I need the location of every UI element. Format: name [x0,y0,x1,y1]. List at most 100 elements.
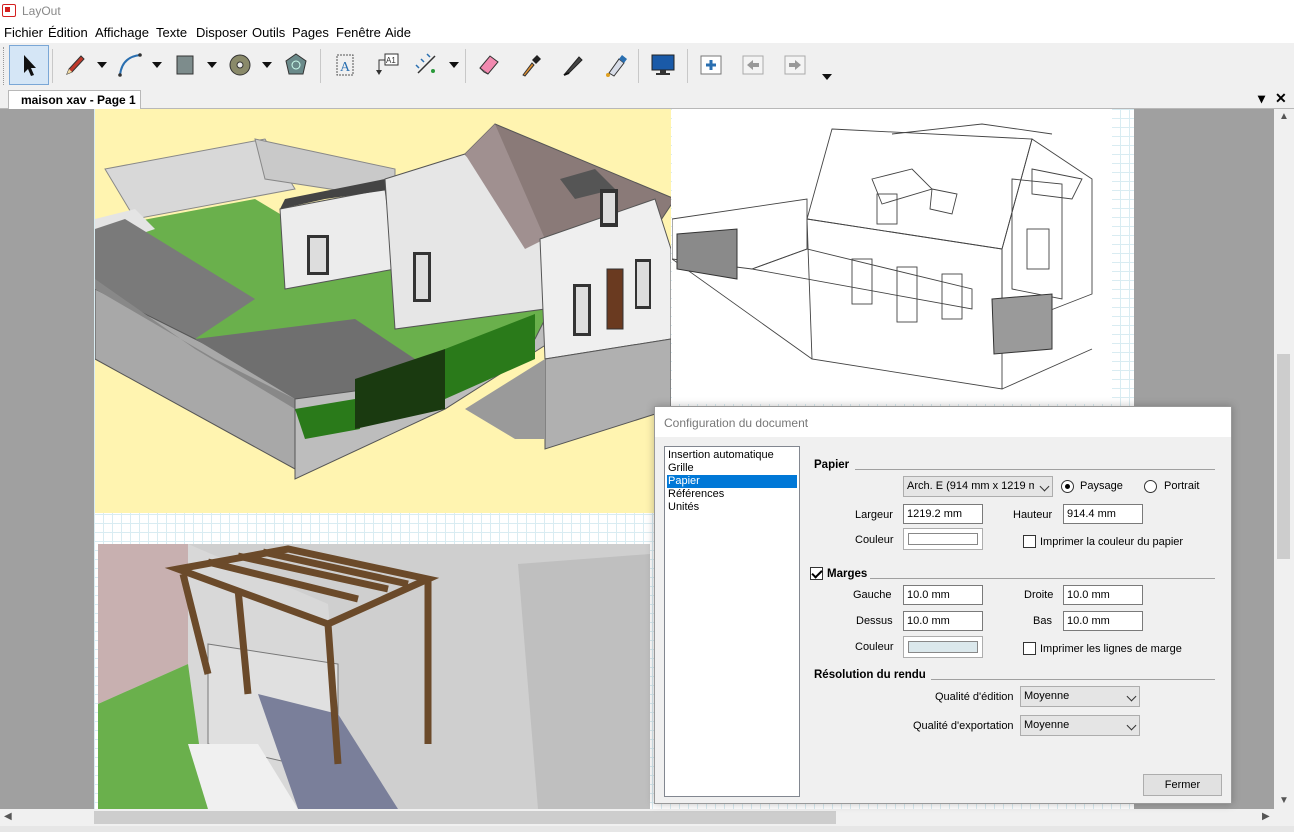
edit-quality-label: Qualité d'édition [935,691,1014,703]
pergola-render-image [98,544,650,809]
paper-size-select[interactable]: Arch. E (914 mm x 1219 mm) [903,476,1053,497]
margins-section-title: Marges [827,568,868,580]
tab-list-icon[interactable]: ▾ [1258,90,1265,107]
edit-quality-value: Moyenne [1024,690,1070,702]
toolbar-overflow-dropdown[interactable] [820,69,834,83]
toolbar-grip[interactable] [3,47,6,85]
text-tool-button[interactable]: A [325,45,365,85]
style-tool-button[interactable] [511,45,551,85]
select-tool-button[interactable] [9,45,49,85]
polygon-icon [285,53,307,75]
rectangle-tool-button[interactable] [165,45,205,85]
svg-text:A1: A1 [386,56,396,65]
vertical-scrollbar[interactable]: ▲ ▼ [1274,109,1294,809]
toolbar-separator [638,49,639,83]
menu-fenetre[interactable]: Fenêtre [336,25,381,40]
monitor-icon [651,54,675,75]
orientation-landscape-radio[interactable] [1061,480,1074,493]
arc-icon [118,53,142,77]
eraser-tool-button[interactable] [469,45,509,85]
join-tool-button[interactable] [596,45,636,85]
menu-affichage[interactable]: Affichage [95,25,149,40]
margin-bottom-field[interactable]: 10.0 mm [1063,611,1143,631]
toolbar-separator [465,49,466,83]
margin-top-label: Dessus [856,615,893,627]
paper-color-swatch[interactable] [903,528,983,550]
app-icon [2,4,16,17]
rectangle-tool-dropdown[interactable] [205,57,219,71]
category-papier[interactable]: Papier [667,475,797,488]
dimension-icon [415,53,436,74]
orientation-portrait-radio[interactable] [1144,480,1157,493]
vertical-scroll-thumb[interactable] [1277,354,1290,559]
menu-pages[interactable]: Pages [292,25,329,40]
paper-height-label: Hauteur [1013,509,1053,521]
previous-page-button[interactable] [733,45,773,85]
arc-tool-button[interactable] [110,45,150,85]
circle-tool-dropdown[interactable] [260,57,274,71]
next-page-button[interactable] [775,45,815,85]
horizontal-scrollbar[interactable]: ◀ ▶ [0,809,1274,826]
category-grille[interactable]: Grille [667,462,797,475]
paper-height-field[interactable]: 914.4 mm [1063,504,1143,524]
add-page-button[interactable] [691,45,731,85]
house-render-image [95,123,671,480]
export-quality-select[interactable]: Moyenne [1020,715,1140,736]
line-tool-dropdown[interactable] [95,57,109,71]
horizontal-scroll-thumb[interactable] [94,811,836,824]
viewport-sketch-house[interactable] [672,109,1112,404]
margin-color-swatch[interactable] [903,636,983,658]
tab-close-icon[interactable]: ✕ [1275,90,1287,107]
margin-right-field[interactable]: 10.0 mm [1063,585,1143,605]
circle-tool-button[interactable] [220,45,260,85]
menu-fichier[interactable]: Fichier [4,25,43,40]
chevron-down-icon [1126,720,1137,731]
scroll-down-icon[interactable]: ▼ [1279,795,1289,806]
edit-quality-select[interactable]: Moyenne [1020,686,1140,707]
paper-section-divider [855,469,1215,470]
margin-top-field[interactable]: 10.0 mm [903,611,983,631]
polygon-tool-button[interactable] [276,45,316,85]
menu-disposer[interactable]: Disposer [196,25,247,40]
presentation-button[interactable] [643,45,683,85]
glue-icon [606,55,627,77]
category-insertion-auto[interactable]: Insertion automatique [667,449,797,462]
margins-checkbox[interactable] [810,567,823,580]
print-paper-color-checkbox[interactable] [1023,535,1036,548]
dialog-title: Configuration du document [664,416,809,430]
house-sketch-image [672,123,1093,390]
paper-width-field[interactable]: 1219.2 mm [903,504,983,524]
print-paper-color-label: Imprimer la couleur du papier [1040,536,1184,548]
margin-bottom-label: Bas [1033,615,1052,627]
label-tool-button[interactable]: A1 [367,45,407,85]
scroll-right-icon[interactable]: ▶ [1262,811,1270,822]
dialog-title-bar[interactable]: Configuration du document [655,407,1231,437]
svg-text:A: A [340,60,351,75]
dimension-tool-dropdown[interactable] [447,57,461,71]
category-references[interactable]: Références [667,488,797,501]
title-bar: LayOut [0,0,1294,22]
menu-outils[interactable]: Outils [252,25,285,40]
dimension-tool-button[interactable] [407,45,447,85]
close-dialog-button[interactable]: Fermer [1143,774,1222,796]
tab-document[interactable]: maison xav - Page 1 [8,90,141,109]
margin-left-field[interactable]: 10.0 mm [903,585,983,605]
settings-category-list[interactable]: Insertion automatique Grille Papier Réfé… [664,446,800,797]
menu-texte[interactable]: Texte [156,25,187,40]
scroll-up-icon[interactable]: ▲ [1279,111,1289,122]
menu-aide[interactable]: Aide [385,25,411,40]
viewport-colored-house[interactable] [95,109,671,513]
eyedropper-icon [522,55,541,77]
arc-tool-dropdown[interactable] [150,57,164,71]
split-tool-button[interactable] [553,45,593,85]
menu-edition[interactable]: Édition [48,25,88,40]
print-margin-lines-checkbox[interactable] [1023,642,1036,655]
toolbar-separator [320,49,321,83]
category-unites[interactable]: Unités [667,501,797,514]
scroll-left-icon[interactable]: ◀ [4,811,12,822]
arrow-cursor-icon [24,55,36,76]
line-tool-button[interactable] [55,45,95,85]
viewport-pergola[interactable] [98,544,650,809]
eraser-icon [479,55,499,75]
print-margin-lines-label: Imprimer les lignes de marge [1040,643,1182,655]
